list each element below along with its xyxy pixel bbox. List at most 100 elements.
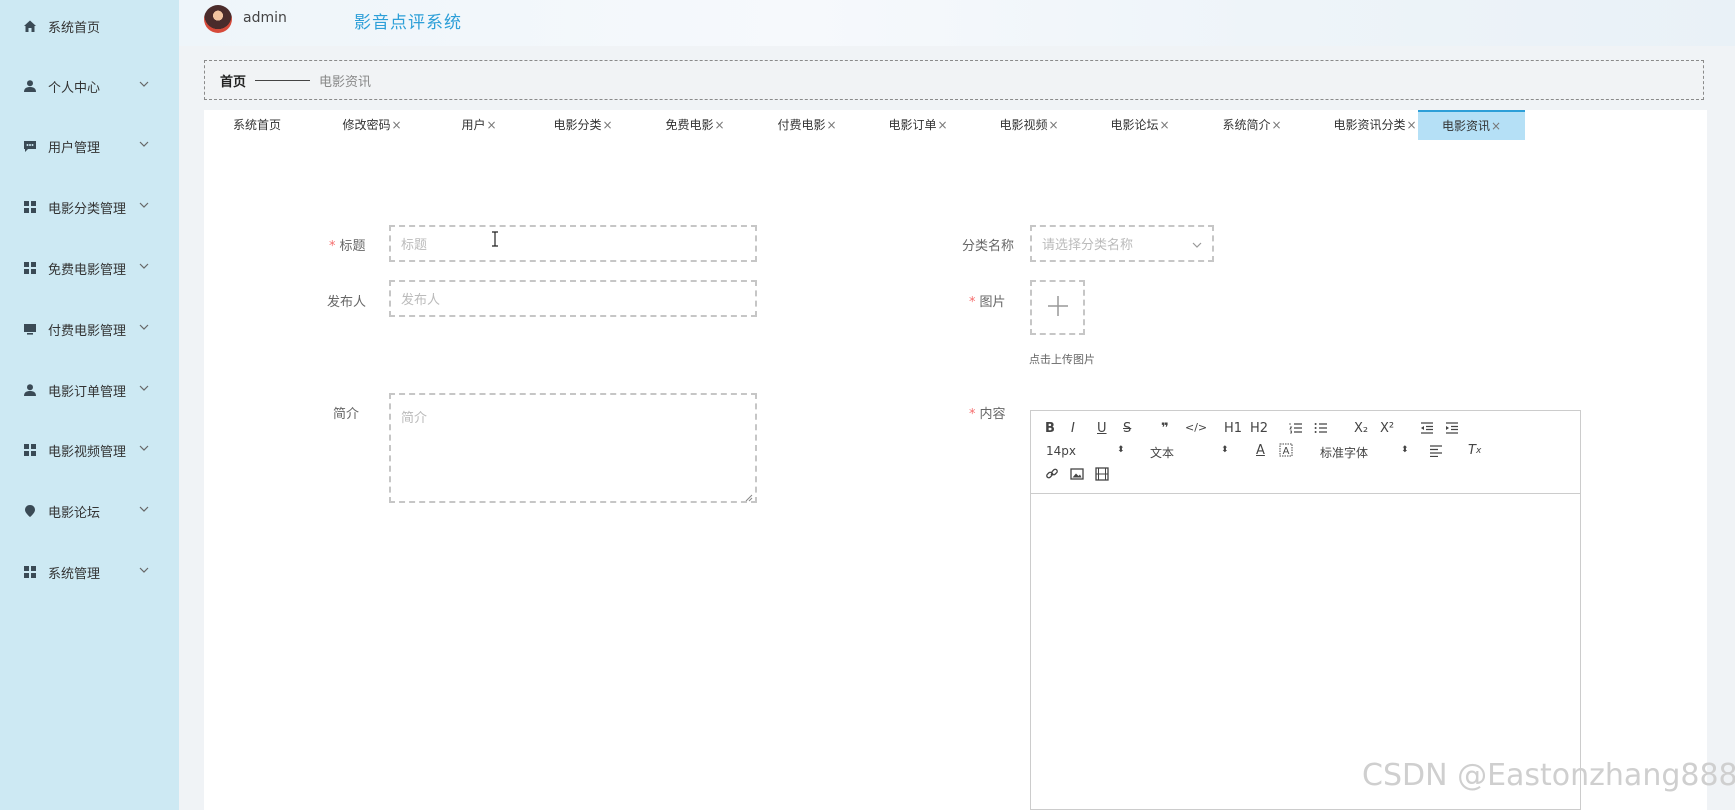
publisher-input[interactable]: 发布人 [389,280,757,317]
close-icon[interactable]: × [1048,118,1058,132]
close-icon[interactable]: × [937,118,947,132]
tab-change-password[interactable]: 修改密码× [322,110,422,140]
summary-placeholder: 简介 [401,411,428,426]
image-upload-button[interactable] [1030,280,1085,335]
ordered-list-icon[interactable] [1289,422,1303,434]
tab-movie-video[interactable]: 电影视频× [976,110,1082,140]
close-icon[interactable]: × [486,118,496,132]
chevron-down-icon [1192,239,1202,249]
required-mark: * [329,239,336,254]
summary-textarea[interactable]: 简介 [389,393,757,503]
tab-system-home[interactable]: 系统首页 [212,110,302,140]
content-label: * 内容 [969,407,1006,422]
sidebar-item-user-management[interactable]: 用户管理 [0,116,179,176]
block-type-select[interactable]: 文本 ⬍ [1150,444,1230,461]
tab-bar: 系统首页 修改密码× 用户× 电影分类× 免费电影× 付费电影× 电影订单× 电… [204,110,1707,140]
subscript-button[interactable]: X₂ [1354,421,1368,436]
tab-movie-forum[interactable]: 电影论坛× [1087,110,1193,140]
sidebar-item-system-management[interactable]: 系统管理 [0,542,179,602]
sidebar-item-label: 系统管理 [48,566,101,582]
title-label: * 标题 [329,239,366,254]
tab-system-intro[interactable]: 系统简介× [1199,110,1305,140]
sidebar-item-movie-forum[interactable]: 电影论坛 [0,481,179,541]
close-icon[interactable]: × [1271,118,1281,132]
font-size-select[interactable]: 14px ⬍ [1046,444,1125,458]
breadcrumb-home[interactable]: 首页 [220,71,246,90]
watermark: CSDN @Eastonzhang888 [1362,758,1735,793]
sidebar-item-movie-video-management[interactable]: 电影视频管理 [0,420,179,480]
publisher-label: 发布人 [327,295,367,310]
sidebar-item-movie-order-management[interactable]: 电影订单管理 [0,360,179,420]
close-icon[interactable]: × [602,118,612,132]
grid-icon [23,261,37,275]
sidebar-item-personal-center[interactable]: 个人中心 [0,56,179,116]
category-select[interactable]: 请选择分类名称 [1030,225,1214,262]
breadcrumb-separator [255,79,311,81]
rich-text-editor: B I U S ❞ </> H1 H2 X₂ X² 14px ⬍ 文本 ⬍ A A … [1030,410,1581,810]
tab-free-movie[interactable]: 免费电影× [642,110,748,140]
chevron-down-icon [138,442,150,454]
sidebar-item-movie-category-management[interactable]: 电影分类管理 [0,177,179,237]
sidebar-item-paid-movie-management[interactable]: 付费电影管理 [0,299,179,359]
sidebar-item-free-movie-management[interactable]: 免费电影管理 [0,238,179,298]
font-family-select[interactable]: 标准字体 ⬍ [1320,444,1409,461]
avatar[interactable] [204,5,232,33]
close-icon[interactable]: × [1491,119,1501,133]
chevron-down-icon [138,321,150,333]
image-icon[interactable] [1070,467,1084,481]
text-cursor-icon [491,231,499,247]
align-icon[interactable] [1429,445,1443,457]
bold-button[interactable]: B [1045,421,1055,436]
grid-icon [23,443,37,457]
blockquote-button[interactable]: ❞ [1161,421,1169,436]
indent-icon[interactable] [1445,422,1459,434]
tab-user[interactable]: 用户× [434,110,524,140]
code-block-button[interactable]: </> [1185,421,1207,434]
heading1-button[interactable]: H1 [1224,421,1242,436]
sidebar-item-label: 电影论坛 [48,505,101,521]
font-color-icon[interactable]: A [1256,443,1265,458]
superscript-button[interactable]: X² [1380,421,1394,436]
heading2-button[interactable]: H2 [1250,421,1268,436]
sidebar-item-system-home[interactable]: 系统首页 [0,0,179,56]
tab-label: 修改密码 [342,118,391,132]
italic-button[interactable]: I [1071,421,1075,436]
video-icon[interactable] [1095,467,1109,481]
title-input[interactable]: 标题 [389,225,757,262]
select-arrows-icon: ⬍ [1117,445,1125,455]
sidebar-item-label: 付费电影管理 [48,323,127,339]
required-mark: * [969,407,976,422]
tab-movie-category[interactable]: 电影分类× [530,110,636,140]
sidebar-item-label: 系统首页 [48,20,101,36]
tab-label: 系统首页 [232,118,281,132]
tab-label: 电影资讯 [1441,119,1490,133]
tab-paid-movie[interactable]: 付费电影× [754,110,860,140]
username[interactable]: admin [243,10,287,26]
tab-movie-order[interactable]: 电影订单× [865,110,971,140]
clear-format-icon[interactable]: Tx [1468,443,1481,458]
background-color-icon[interactable]: A [1279,443,1293,457]
chevron-down-icon [138,503,150,515]
link-icon[interactable] [1045,467,1059,481]
monitor-icon [23,322,37,336]
outdent-icon[interactable] [1420,422,1434,434]
close-icon[interactable]: × [826,118,836,132]
bullet-list-icon[interactable] [1314,422,1328,434]
user-icon [23,79,37,93]
category-label: 分类名称 [962,239,1015,254]
close-icon[interactable]: × [714,118,724,132]
close-icon[interactable]: × [1406,118,1416,132]
required-mark: * [969,295,976,310]
tab-movie-news[interactable]: 电影资讯× [1418,110,1525,140]
chevron-down-icon [138,564,150,576]
chevron-down-icon [138,78,150,90]
close-icon[interactable]: × [391,118,401,132]
resize-handle-icon[interactable] [745,491,753,502]
close-icon[interactable]: × [1159,118,1169,132]
underline-button[interactable]: U [1097,421,1107,436]
chat-icon [23,139,37,153]
svg-text:A: A [1283,446,1290,457]
category-placeholder: 请选择分类名称 [1042,238,1134,253]
upload-tip: 点击上传图片 [1029,353,1095,366]
strike-button[interactable]: S [1123,421,1131,436]
